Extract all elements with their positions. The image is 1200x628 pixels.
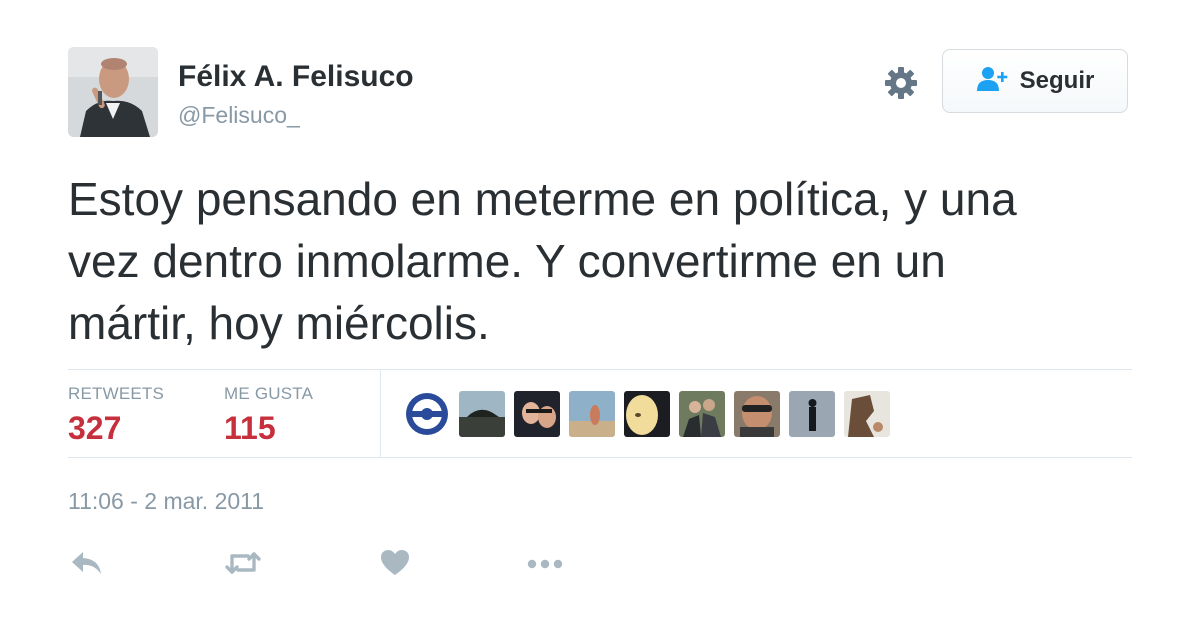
liker-avatar[interactable] (624, 391, 670, 437)
tweet-text: Estoy pensando en meterme en política, y… (68, 168, 1138, 354)
liker-avatar[interactable] (569, 391, 615, 437)
avatar[interactable] (68, 47, 158, 137)
tweet-text-line: vez dentro inmolarme. Y convertirme en u… (68, 235, 946, 287)
user-handle[interactable]: @Felisuco_ (178, 102, 300, 129)
liker-avatar[interactable] (679, 391, 725, 437)
liker-avatar[interactable] (514, 391, 560, 437)
liker-avatar[interactable] (459, 391, 505, 437)
divider (68, 457, 1132, 458)
likes-label: ME GUSTA (224, 384, 314, 403)
follow-button-label: Seguir (1019, 67, 1095, 94)
retweets-count: 327 (68, 410, 122, 446)
liker-avatar[interactable] (404, 391, 450, 437)
retweets-stat[interactable]: RETWEETS 327 (68, 384, 164, 447)
likes-stat[interactable]: ME GUSTA 115 (224, 384, 313, 447)
liker-avatar[interactable] (734, 391, 780, 437)
reply-icon[interactable] (70, 550, 104, 581)
gear-icon[interactable] (882, 64, 920, 102)
likes-count: 115 (224, 410, 276, 446)
add-user-icon (976, 66, 1010, 97)
divider (68, 369, 1132, 370)
liker-avatar[interactable] (844, 391, 890, 437)
liker-avatars (404, 391, 890, 437)
like-icon[interactable] (380, 549, 410, 581)
tweet-text-line: Estoy pensando en meterme en política, y… (68, 173, 1017, 225)
follow-button[interactable]: Seguir (942, 49, 1128, 113)
display-name[interactable]: Félix A. Felisuco (178, 60, 414, 94)
divider (380, 370, 381, 458)
retweets-label: RETWEETS (68, 384, 165, 403)
retweet-icon[interactable] (224, 550, 262, 581)
timestamp[interactable]: 11:06 - 2 mar. 2011 (68, 488, 264, 515)
liker-avatar[interactable] (789, 391, 835, 437)
more-icon[interactable] (526, 557, 564, 575)
tweet-text-line: mártir, hoy miércolis. (68, 297, 490, 349)
